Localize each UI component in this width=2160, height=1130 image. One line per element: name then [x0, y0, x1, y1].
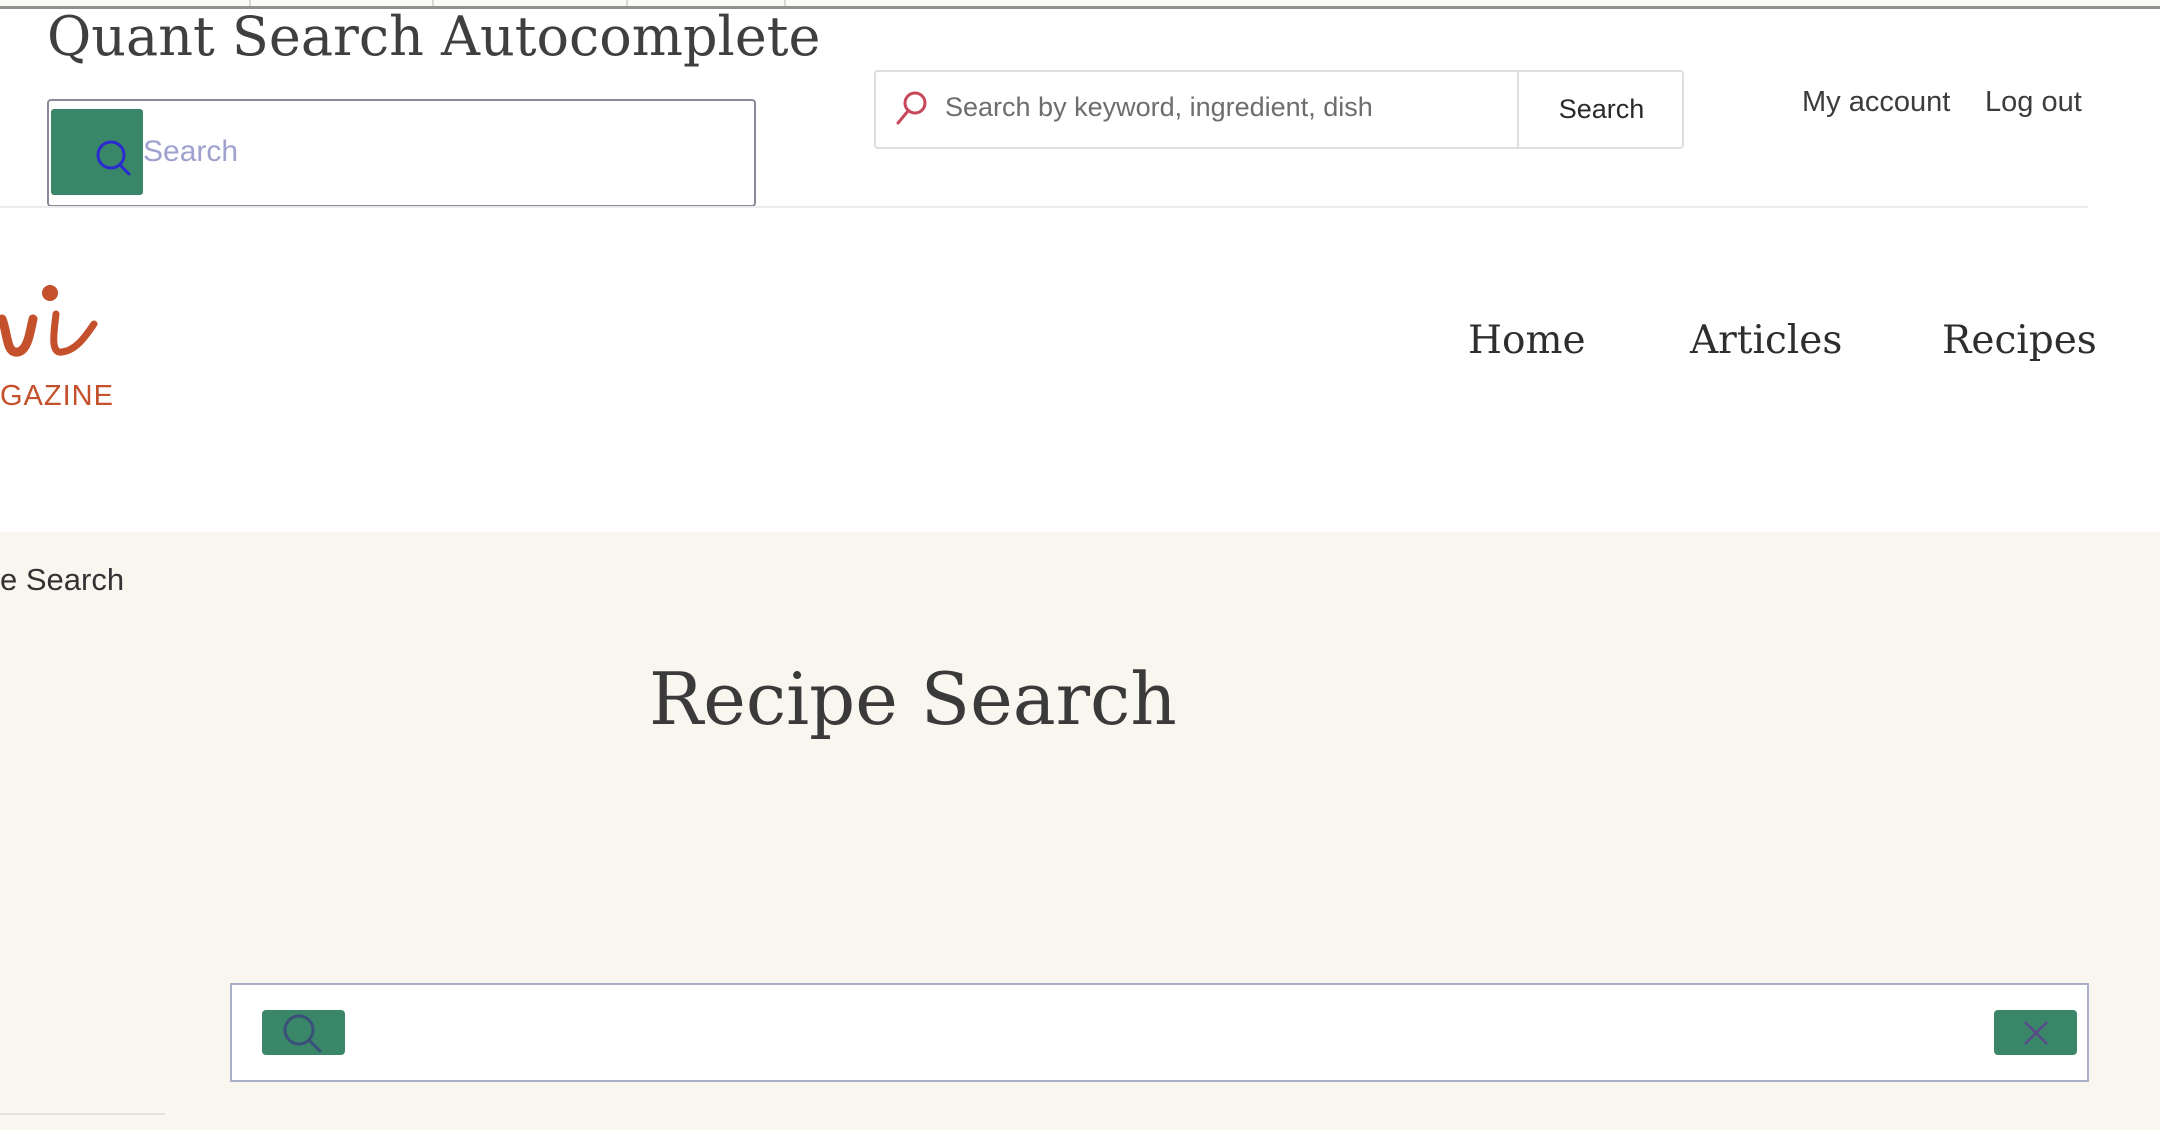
autocomplete-search-placeholder: Search — [143, 135, 239, 168]
nav-recipes[interactable]: Recipes — [1942, 318, 2097, 363]
page-title: Recipe Search — [649, 657, 1177, 741]
autocomplete-search-input[interactable]: Search — [47, 99, 756, 207]
log-out-link[interactable]: Log out — [1985, 86, 2082, 119]
close-icon — [2024, 1021, 2048, 1045]
site-search-button[interactable]: Search — [1517, 72, 1684, 147]
search-icon — [96, 140, 131, 176]
recipe-search-input[interactable] — [230, 983, 2089, 1082]
nav-home[interactable]: Home — [1468, 318, 1586, 363]
logo-wordmark: GAZINE — [0, 380, 114, 412]
site-search-placeholder: Search by keyword, ingredient, dish — [945, 92, 1373, 122]
main-content: e Search Recipe Search — [0, 532, 2160, 1130]
autocomplete-demo-title: Quant Search Autocomplete — [47, 5, 821, 68]
breadcrumb: e Search — [0, 562, 125, 597]
my-account-link[interactable]: My account — [1802, 86, 1950, 119]
recipe-search-clear-button[interactable] — [1994, 1010, 2077, 1055]
sidebar-divider — [0, 1113, 165, 1115]
header-divider — [0, 206, 2088, 208]
nav-articles[interactable]: Articles — [1690, 318, 1842, 363]
search-icon — [896, 91, 927, 125]
site-logo[interactable] — [0, 284, 100, 364]
autocomplete-search-button[interactable] — [51, 109, 143, 195]
recipe-search-button[interactable] — [262, 1010, 345, 1055]
search-icon — [283, 1014, 322, 1053]
site-search-field[interactable]: Search by keyword, ingredient, dish Sear… — [874, 70, 1684, 149]
